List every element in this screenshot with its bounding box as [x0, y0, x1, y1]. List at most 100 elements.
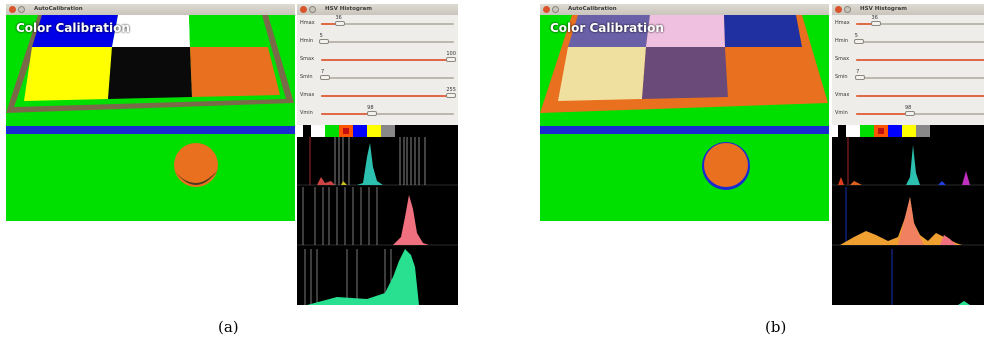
slider-track[interactable] [856, 59, 984, 61]
color-swatch [846, 125, 860, 137]
slider-track[interactable] [321, 93, 457, 98]
close-icon[interactable] [543, 6, 550, 13]
autocalibration-titlebar: AutoCalibration [540, 4, 829, 15]
slider-label: Smax [300, 56, 315, 62]
window-controls [300, 6, 320, 13]
slider-label: Smax [835, 56, 850, 62]
slider-smin: Smin 7 [832, 69, 984, 87]
slider-smax: Smax [832, 51, 984, 69]
slider-handle[interactable] [446, 57, 457, 62]
calibration-scene [6, 15, 295, 221]
camera-view: Color Calibration [6, 15, 295, 221]
panel-caption: (b) [765, 318, 787, 336]
slider-handle[interactable] [446, 93, 457, 98]
color-swatch [339, 125, 353, 137]
slider-smin: Smin 7 [297, 69, 458, 87]
slider-vmin: Vmin 98 [297, 105, 458, 123]
slider-hmin: Hmin 5 [297, 33, 458, 51]
slider-label: Vmax [835, 92, 850, 98]
slider-track[interactable] [321, 21, 454, 26]
color-swatch [325, 125, 339, 137]
color-swatch-bar [832, 125, 984, 137]
slider-track[interactable] [321, 57, 457, 62]
slider-value: 255 [446, 87, 456, 93]
slider-track[interactable] [856, 21, 984, 26]
slider-handle[interactable] [318, 39, 329, 44]
color-swatch [916, 125, 930, 137]
slider-track[interactable] [320, 75, 454, 80]
calibration-overlay-text: Color Calibration [16, 21, 130, 35]
slider-fill [321, 95, 452, 97]
slider-vmax: Vmax [832, 87, 984, 105]
slider-hmax: Hmax 36 [832, 15, 984, 33]
window-title: AutoCalibration [568, 6, 617, 12]
histogram-view [832, 137, 984, 305]
slider-handle[interactable] [320, 75, 330, 80]
color-swatch [367, 125, 381, 137]
slider-label: Vmin [835, 110, 848, 116]
slider-label: Hmin [300, 38, 314, 44]
window-title: HSV Histogram [325, 6, 372, 12]
color-swatch [888, 125, 902, 137]
close-icon[interactable] [9, 6, 16, 13]
window-controls [835, 6, 855, 13]
color-swatch [860, 125, 874, 137]
slider-value: 7 [320, 69, 325, 75]
slider-value: 5 [319, 33, 323, 39]
slider-smax: Smax 100 [297, 51, 458, 69]
slider-fill [321, 59, 452, 61]
slider-track[interactable] [321, 111, 454, 116]
slider-value: 98 [904, 105, 912, 111]
panel-b: AutoCalibration Color Calibration HSV Hi… [540, 0, 984, 347]
color-swatch [902, 125, 916, 137]
calibration-overlay-text: Color Calibration [550, 21, 664, 35]
slider-hmax: Hmax 36 [297, 15, 458, 33]
slider-value: 36 [335, 15, 342, 21]
slider-label: Smin [835, 74, 848, 80]
swatch-marker [343, 128, 349, 134]
color-swatch [311, 125, 325, 137]
panel-caption: (a) [218, 318, 239, 336]
slider-panel: Hmax 36 Hmin 5 Smax Smin 7 Vmax Vmin 98 [832, 15, 984, 125]
chevron-down-icon[interactable] [844, 6, 851, 13]
slider-fill [856, 113, 910, 115]
slider-track[interactable] [856, 95, 984, 97]
slider-track[interactable] [318, 39, 454, 44]
slider-track[interactable] [853, 39, 984, 44]
slider-handle[interactable] [366, 111, 377, 116]
window-controls [543, 6, 563, 13]
chevron-down-icon[interactable] [309, 6, 316, 13]
slider-handle[interactable] [870, 21, 881, 26]
slider-value: 7 [856, 69, 860, 75]
window-title: AutoCalibration [34, 6, 83, 12]
color-swatch [832, 125, 838, 137]
chevron-down-icon[interactable] [18, 6, 25, 13]
slider-handle[interactable] [334, 21, 345, 26]
close-icon[interactable] [300, 6, 307, 13]
slider-handle[interactable] [855, 75, 866, 80]
color-swatch-bar [297, 125, 458, 137]
window-controls [9, 6, 29, 13]
slider-label: Hmin [835, 38, 849, 44]
slider-label: Hmax [300, 20, 315, 26]
chevron-down-icon[interactable] [552, 6, 559, 13]
slider-value: 100 [446, 51, 456, 57]
slider-value: 5 [854, 33, 858, 39]
slider-label: Smin [300, 74, 313, 80]
hsv-histogram-titlebar: HSV Histogram [297, 4, 458, 15]
slider-handle[interactable] [853, 39, 864, 44]
color-swatch [381, 125, 395, 137]
slider-track[interactable] [855, 75, 984, 80]
hsv-histogram-titlebar: HSV Histogram [832, 4, 984, 15]
window-title: HSV Histogram [860, 6, 907, 12]
slider-track[interactable] [856, 111, 984, 116]
hsv-histogram-chart [297, 137, 458, 305]
slider-panel: Hmax 36 Hmin 5 Smax 100 Smin 7 Vmax 255 Vmin 98 [297, 15, 458, 125]
calibration-scene [540, 15, 829, 221]
slider-handle[interactable] [904, 111, 915, 116]
close-icon[interactable] [835, 6, 842, 13]
slider-fill [321, 113, 372, 115]
swatch-marker [878, 128, 884, 134]
autocalibration-titlebar: AutoCalibration [6, 4, 295, 15]
camera-view: Color Calibration [540, 15, 829, 221]
